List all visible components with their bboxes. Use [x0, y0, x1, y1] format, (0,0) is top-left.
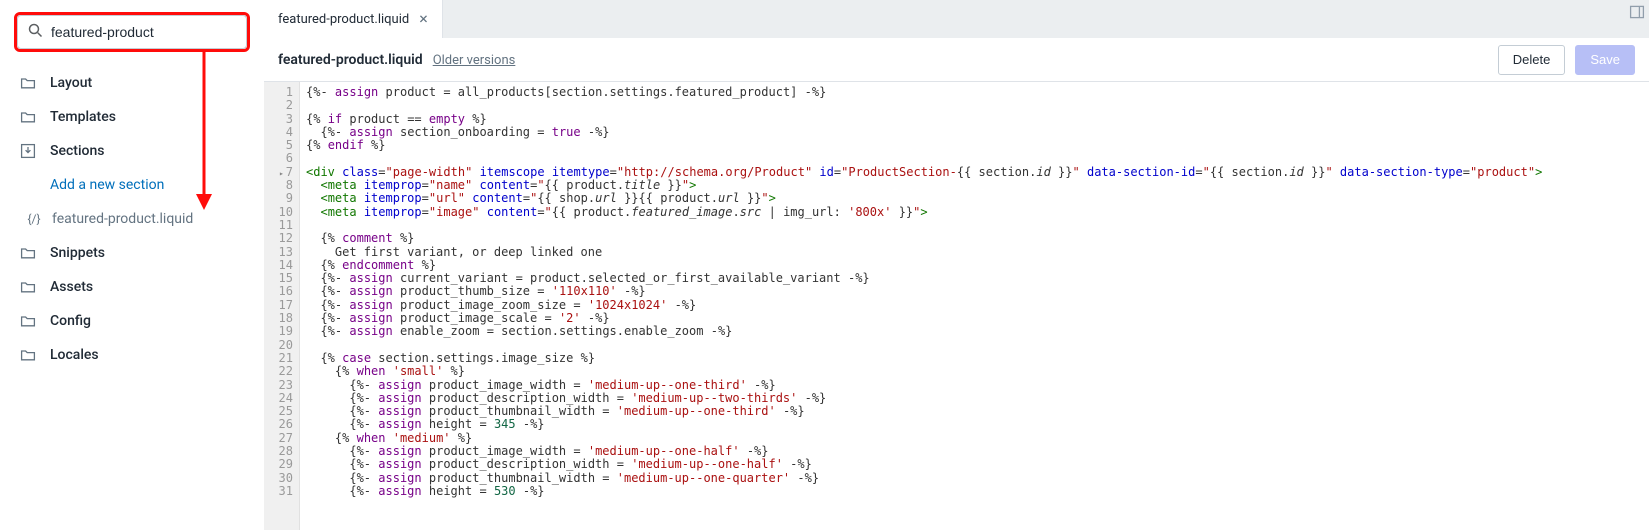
nav-item-assets[interactable]: Assets: [8, 270, 256, 304]
nav-label: Snippets: [50, 245, 105, 261]
nav-label: Templates: [50, 109, 116, 125]
search-input[interactable]: [51, 24, 236, 40]
close-icon[interactable]: ×: [419, 11, 428, 27]
nav-label: featured-product.liquid: [52, 211, 193, 227]
nav-file-featured-product[interactable]: {/} featured-product.liquid: [8, 202, 256, 236]
nav-label: Sections: [50, 143, 104, 159]
liquid-file-icon: {/}: [26, 211, 42, 227]
sidebar: Layout Templates Sections Add a new sect…: [0, 0, 264, 530]
code-content[interactable]: {%- assign product = all_products[sectio…: [300, 82, 1649, 530]
code-editor[interactable]: 1234567891011121314151617181920212223242…: [264, 82, 1649, 530]
older-versions-link[interactable]: Older versions: [433, 53, 516, 68]
search-box[interactable]: [17, 15, 247, 49]
search-icon: [28, 23, 43, 42]
folder-icon: [20, 109, 36, 125]
folder-icon: [20, 313, 36, 329]
nav-item-sections[interactable]: Sections: [8, 134, 256, 168]
search-highlight-annotation: [14, 12, 250, 52]
file-title: featured-product.liquid: [278, 52, 423, 68]
tab-bar: featured-product.liquid ×: [264, 0, 1649, 38]
nav-label: Locales: [50, 347, 99, 363]
nav-label: Add a new section: [50, 177, 164, 193]
folder-icon: [20, 75, 36, 91]
nav-add-new-section[interactable]: Add a new section: [8, 168, 256, 202]
nav-item-snippets[interactable]: Snippets: [8, 236, 256, 270]
save-button[interactable]: Save: [1575, 45, 1635, 75]
line-gutter: 1234567891011121314151617181920212223242…: [264, 82, 300, 530]
tab-label: featured-product.liquid: [278, 12, 409, 27]
nav-label: Assets: [50, 279, 93, 295]
download-icon: [20, 143, 36, 159]
delete-button[interactable]: Delete: [1498, 45, 1566, 75]
nav-item-layout[interactable]: Layout: [8, 66, 256, 100]
nav-label: Config: [50, 313, 91, 329]
folder-icon: [20, 245, 36, 261]
nav-item-config[interactable]: Config: [8, 304, 256, 338]
tab-featured-product[interactable]: featured-product.liquid ×: [264, 0, 443, 38]
folder-icon: [20, 347, 36, 363]
nav-label: Layout: [50, 75, 92, 91]
file-header: featured-product.liquid Older versions D…: [264, 38, 1649, 82]
nav-item-templates[interactable]: Templates: [8, 100, 256, 134]
main-area: featured-product.liquid × featured-produ…: [264, 0, 1649, 530]
dock-panel-icon[interactable]: [1629, 4, 1645, 24]
folder-icon: [20, 279, 36, 295]
nav-item-locales[interactable]: Locales: [8, 338, 256, 372]
